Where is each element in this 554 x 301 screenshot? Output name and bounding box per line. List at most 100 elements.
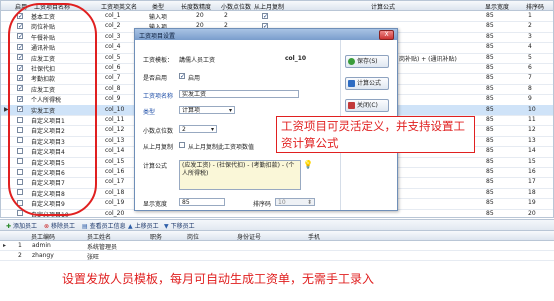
order-input[interactable]: 10 ⬍ (275, 198, 315, 206)
decimals-label: 小数点位数 (143, 128, 174, 135)
row-number: 1 (18, 242, 22, 249)
view-employee-button[interactable]: ▤ 查看员工信息 (82, 221, 126, 230)
type-select[interactable]: 计算项 ▾ (179, 106, 235, 114)
cell-width: 85 (486, 12, 494, 19)
col-header-copy[interactable]: 从上月复制 (254, 2, 284, 11)
col-header-emp-name[interactable]: 员工姓名 (87, 232, 111, 241)
cell-width: 85 (486, 84, 494, 92)
col-header-dec[interactable]: 小数点位数 (221, 2, 251, 11)
cell-width: 85 (486, 22, 494, 30)
lightbulb-icon[interactable]: 💡 (303, 160, 313, 169)
cell-order: 1 (528, 12, 532, 19)
dialog-titlebar[interactable]: 工资项目设置 X (135, 29, 397, 40)
row-pointer-icon: ▸ (3, 242, 7, 249)
cell-en: col_17 (105, 178, 125, 186)
cell-en: col_20 (105, 209, 125, 217)
cell-width: 85 (486, 32, 494, 40)
cell-width: 85 (486, 147, 494, 155)
bottom-caption: 设置发放人员模板，每月可自动生成工资单，无需手工录入 (62, 272, 375, 286)
cell-en: col_12 (105, 126, 125, 134)
cell-order: 5 (528, 53, 532, 61)
cell-width: 85 (486, 209, 494, 217)
col-header-emp-code[interactable]: 员工编码 (31, 232, 55, 241)
col-header-order[interactable]: 排序码 (526, 2, 544, 11)
cell-order: 20 (528, 209, 536, 217)
cell-order: 10 (528, 105, 536, 113)
template-value: 講儒人员工资 (179, 57, 216, 64)
employee-name: 张旺 (87, 254, 100, 261)
employee-code: zhangy (32, 252, 54, 259)
cell-width: 85 (486, 64, 494, 71)
cell-order: 4 (528, 43, 532, 51)
cell-order: 9 (528, 95, 532, 103)
calculator-icon (348, 80, 355, 87)
spinner-icon: ⬍ (306, 199, 312, 206)
cell-width: 85 (486, 178, 494, 186)
chevron-down-icon: ▾ (228, 107, 232, 114)
move-up-button[interactable]: ▲ 上移员工 (128, 221, 159, 230)
cell-en: col_9 (105, 95, 121, 103)
table-row[interactable]: 2 zhangy 张旺 (0, 251, 554, 261)
width-input[interactable]: 85 (179, 198, 225, 206)
card-icon: ▤ (82, 223, 88, 230)
template-label: 工资模板： (143, 57, 174, 64)
employee-grid: 员工编码 员工姓名 职务 岗位 身份证号 手机 ▸ 1 admin 系统管理员 … (0, 231, 554, 265)
cell-width: 85 (486, 168, 494, 175)
cell-en: col_18 (105, 188, 125, 196)
highlight-oval (8, 3, 97, 216)
cell-en: col_5 (105, 53, 121, 61)
cell-len: 20 (196, 12, 204, 19)
save-icon (348, 58, 355, 65)
cell-type: 输入项 (149, 14, 168, 21)
cell-en: col_19 (105, 199, 125, 207)
employee-grid-header: 员工编码 员工姓名 职务 岗位 身份证号 手机 (0, 231, 554, 241)
cell-width: 85 (486, 74, 494, 82)
col-header-position[interactable]: 职务 (150, 232, 162, 241)
cell-en: col_13 (105, 136, 125, 144)
decimals-select-value: 2 (182, 126, 186, 133)
cell-width: 85 (486, 157, 494, 165)
feature-callout: 工资项目可灵活定义，并支持设置工资计算公式 (276, 116, 475, 153)
close-icon[interactable]: X (379, 30, 394, 40)
cell-order: 19 (528, 199, 536, 207)
cell-en: col_6 (105, 64, 121, 71)
employee-toolbar: ✚ 添加员工 ⊗ 移除员工 ▤ 查看员工信息 ▲ 上移员工 ▼ 下移员工 (0, 219, 554, 231)
col-header-width[interactable]: 显示宽度 (485, 2, 509, 11)
move-down-button[interactable]: ▼ 下移员工 (164, 221, 195, 230)
remove-icon: ⊗ (44, 223, 50, 230)
cell-en: col_1 (105, 12, 121, 19)
add-employee-button[interactable]: ✚ 添加员工 (6, 221, 37, 230)
cell-en: col_11 (105, 116, 125, 123)
close-button[interactable]: 关闭(C) (345, 99, 389, 112)
col-header-formula[interactable]: 计算公式 (371, 2, 395, 11)
table-row[interactable]: ▸ 1 admin 系统管理员 (0, 241, 554, 251)
formula-textarea[interactable]: (应发工资) - (社保代扣) - (考勤扣款) - (个人所得税) (179, 160, 301, 190)
item-code: col_10 (285, 55, 307, 62)
col-header-type[interactable]: 类型 (152, 2, 164, 11)
cell-order: 16 (528, 168, 536, 175)
col-header-id[interactable]: 身份证号 (237, 232, 261, 241)
employee-code: admin (32, 242, 51, 249)
copy-checkbox-label: 从上月复制此工资项数值 (188, 144, 255, 151)
exit-icon (348, 102, 355, 109)
save-button[interactable]: 保存(S) (345, 55, 389, 68)
remove-employee-button[interactable]: ⊗ 移除员工 (44, 221, 75, 230)
cell-width: 85 (486, 126, 494, 134)
type-select-value: 计算项 (182, 107, 201, 114)
enabled-checkbox[interactable]: ✓ (179, 73, 185, 80)
copy-checkbox[interactable]: ✓ (262, 12, 268, 19)
item-name-input[interactable]: 实发工资 (179, 90, 299, 98)
cell-order: 18 (528, 188, 536, 196)
col-header-post[interactable]: 岗位 (187, 232, 199, 241)
chevron-down-icon: ▾ (210, 126, 214, 133)
col-header-mobile[interactable]: 手机 (308, 232, 320, 241)
decimals-select[interactable]: 2 ▾ (179, 125, 217, 133)
cell-en: col_10 (105, 105, 125, 113)
up-arrow-icon: ▲ (128, 223, 133, 230)
col-header-en[interactable]: 工资项英文名 (101, 2, 137, 11)
cell-width: 85 (486, 116, 494, 123)
col-header-len[interactable]: 长度数精度 (181, 2, 211, 11)
copy-checkbox[interactable] (179, 142, 185, 148)
formula-button[interactable]: 计算公式 (345, 77, 389, 90)
cell-order: 8 (528, 84, 532, 92)
